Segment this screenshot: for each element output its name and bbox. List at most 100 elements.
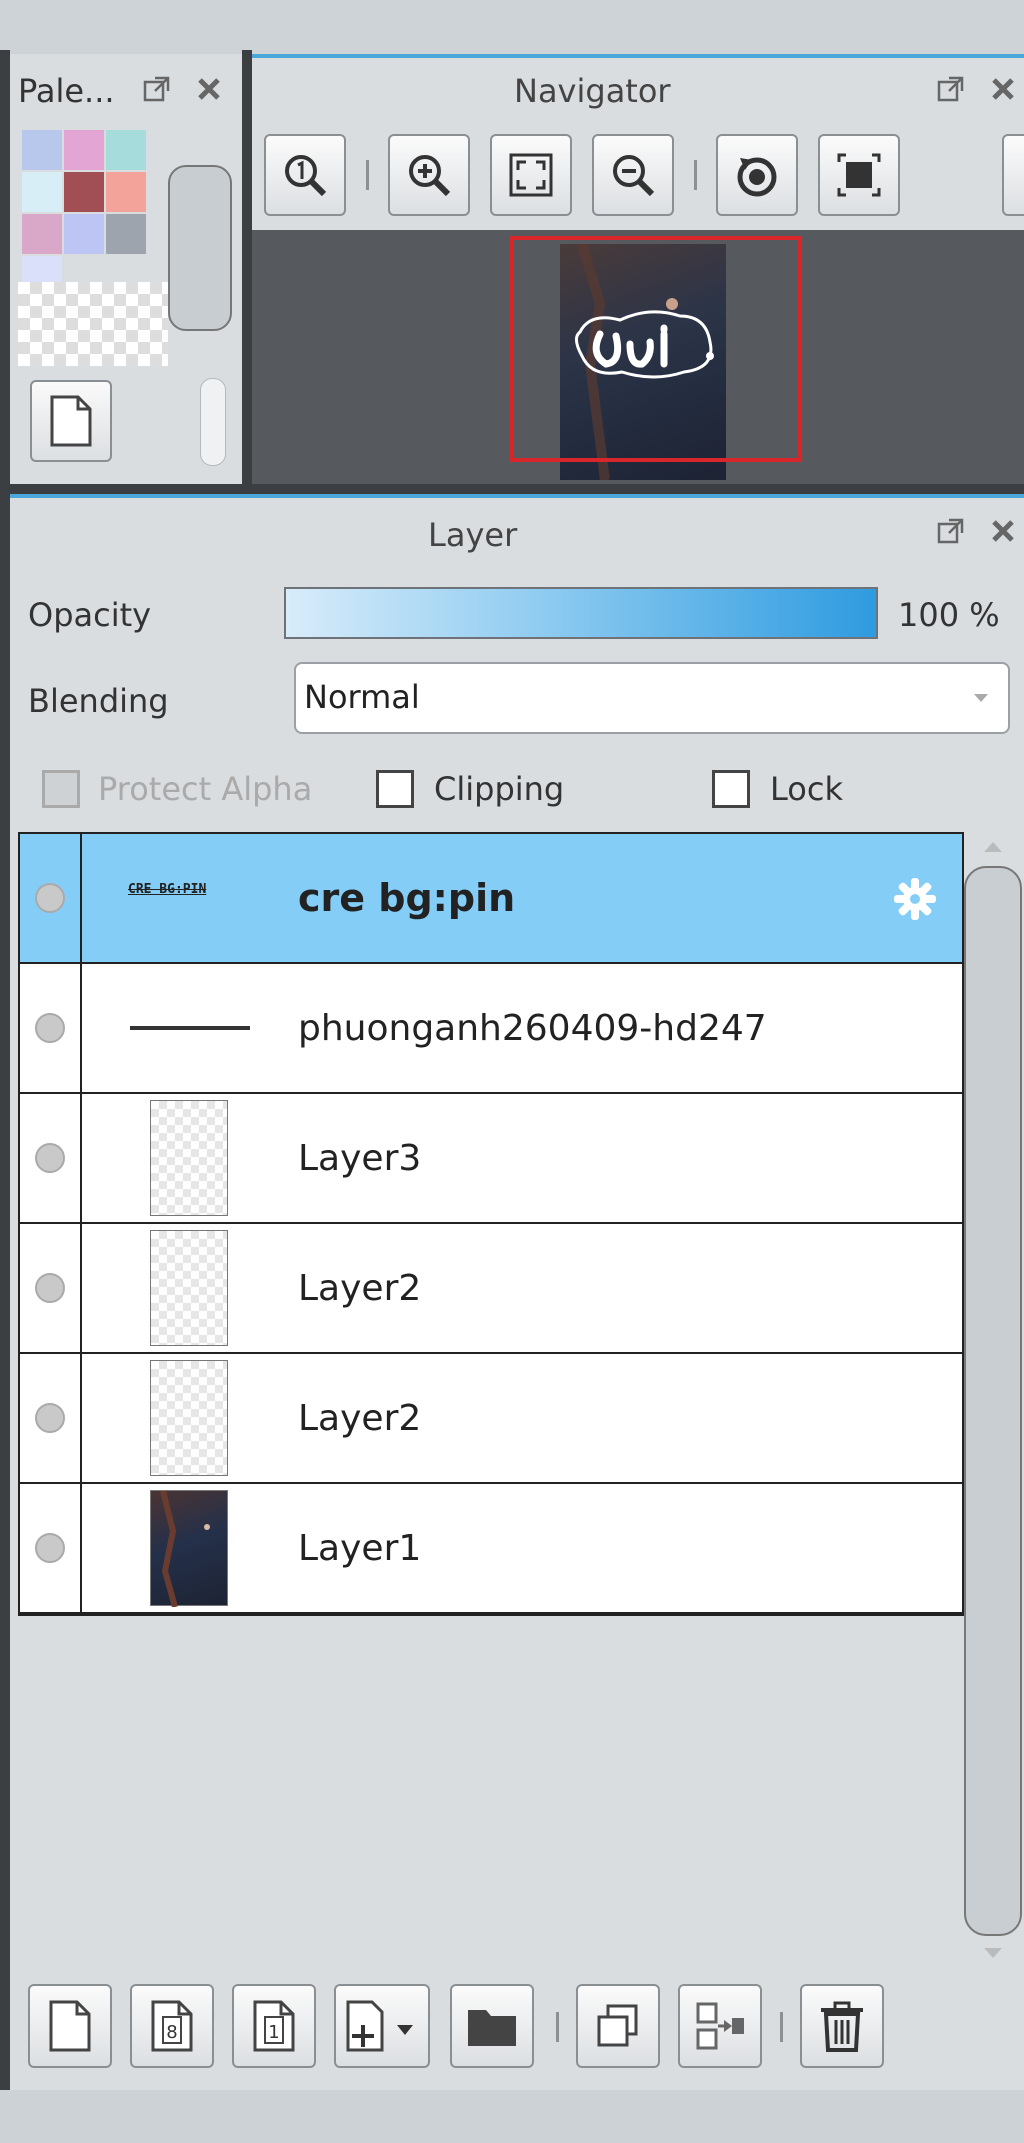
color-swatch[interactable] bbox=[22, 130, 62, 170]
opacity-value: 100 % bbox=[898, 596, 1000, 634]
new-page-icon bbox=[50, 395, 92, 447]
layer-name: Layer3 bbox=[298, 1137, 422, 1179]
blending-select[interactable]: Normal bbox=[294, 662, 1010, 734]
new-1bit-layer-icon: 1 bbox=[253, 2000, 295, 2052]
navigator-more-button[interactable] bbox=[1002, 134, 1024, 216]
layer-row[interactable]: Layer1 bbox=[20, 1484, 962, 1614]
visibility-dot bbox=[35, 1273, 65, 1303]
left-window-edge bbox=[0, 50, 10, 2090]
visibility-toggle[interactable] bbox=[20, 1354, 82, 1482]
layer-name: Layer2 bbox=[298, 1397, 422, 1439]
layer-row[interactable]: Layer2 bbox=[20, 1224, 962, 1354]
layer-list-scrollbar-thumb[interactable] bbox=[964, 866, 1022, 1936]
blending-label: Blending bbox=[28, 682, 169, 720]
navigator-close-icon[interactable] bbox=[982, 68, 1024, 110]
layer-popout-icon[interactable] bbox=[930, 510, 972, 552]
svg-text:1: 1 bbox=[268, 2022, 279, 2043]
scroll-up-icon[interactable] bbox=[982, 840, 1004, 854]
layer-thumbnail bbox=[150, 1100, 228, 1216]
merge-down-icon bbox=[696, 2002, 744, 2050]
zoom-actual-icon bbox=[285, 155, 327, 197]
navigator-popout-icon[interactable] bbox=[930, 68, 972, 110]
new-layer-icon bbox=[49, 2000, 91, 2052]
lock-checkbox[interactable] bbox=[712, 770, 750, 808]
add-layer-menu-icon bbox=[346, 2000, 413, 2052]
color-swatch[interactable] bbox=[106, 214, 146, 254]
toolbar-separator bbox=[780, 2012, 783, 2042]
layer-thumbnail bbox=[150, 1360, 228, 1476]
gear-icon[interactable] bbox=[892, 876, 938, 922]
merge-down-button[interactable] bbox=[678, 1984, 762, 2068]
palette-scrollbar[interactable] bbox=[168, 165, 232, 331]
fit-window-button[interactable] bbox=[490, 134, 572, 216]
layer-name: Layer1 bbox=[298, 1527, 422, 1569]
layer-thumbnail-text: CRE BG:PIN bbox=[128, 882, 207, 897]
color-swatch[interactable] bbox=[22, 172, 62, 212]
delete-layer-button[interactable] bbox=[800, 1984, 884, 2068]
visibility-toggle[interactable] bbox=[20, 1484, 82, 1612]
visibility-toggle[interactable] bbox=[20, 1224, 82, 1352]
new-8bit-layer-button[interactable]: 8 bbox=[130, 1984, 214, 2068]
layer-close-icon[interactable] bbox=[982, 510, 1024, 552]
visibility-toggle[interactable] bbox=[20, 834, 82, 962]
duplicate-layer-button[interactable] bbox=[576, 1984, 660, 2068]
add-layer-menu-button[interactable] bbox=[334, 1984, 430, 2068]
panel-divider bbox=[10, 484, 1024, 494]
visibility-dot bbox=[35, 1533, 65, 1563]
palette-popout-icon[interactable] bbox=[136, 68, 178, 110]
layer-row[interactable]: Layer3 bbox=[20, 1094, 962, 1224]
visibility-toggle[interactable] bbox=[20, 1094, 82, 1222]
opacity-label: Opacity bbox=[28, 596, 152, 634]
zoom-in-button[interactable] bbox=[388, 134, 470, 216]
clipping-checkbox[interactable] bbox=[376, 770, 414, 808]
fit-canvas-icon bbox=[837, 153, 881, 197]
palette-close-icon[interactable] bbox=[188, 68, 230, 110]
layer-row[interactable]: phuonganh260409-hd247 bbox=[20, 964, 962, 1094]
layer-name: phuonganh260409-hd247 bbox=[298, 1007, 767, 1049]
zoom-actual-button[interactable] bbox=[264, 134, 346, 216]
visibility-dot bbox=[35, 883, 65, 913]
zoom-in-icon bbox=[409, 155, 451, 197]
layer-panel-title: Layer bbox=[428, 516, 518, 554]
navigator-view-frame[interactable] bbox=[510, 236, 802, 462]
rotate-button[interactable] bbox=[716, 134, 798, 216]
visibility-dot bbox=[35, 1143, 65, 1173]
color-swatch[interactable] bbox=[22, 214, 62, 254]
fit-window-icon bbox=[509, 153, 553, 197]
delete-layer-icon bbox=[821, 2001, 863, 2052]
toolbar-separator bbox=[556, 2012, 559, 2042]
palette-new-button[interactable] bbox=[30, 380, 112, 462]
protect-alpha-checkbox[interactable] bbox=[42, 770, 80, 808]
svg-text:8: 8 bbox=[166, 2022, 177, 2043]
toolbar-separator bbox=[366, 160, 369, 190]
color-swatch[interactable] bbox=[64, 130, 104, 170]
color-swatch[interactable] bbox=[64, 214, 104, 254]
scroll-down-icon[interactable] bbox=[982, 1946, 1004, 1960]
palette-resize-handle[interactable] bbox=[200, 378, 226, 466]
navigator-title: Navigator bbox=[514, 72, 671, 110]
zoom-out-icon bbox=[613, 155, 655, 197]
color-swatch[interactable] bbox=[106, 172, 146, 212]
layer-name: cre bg:pin bbox=[298, 876, 516, 920]
duplicate-layer-icon bbox=[597, 2004, 638, 2047]
layer-thumbnail bbox=[150, 1230, 228, 1346]
top-bar bbox=[0, 0, 1024, 52]
layer-thumbnail bbox=[130, 1026, 250, 1030]
blending-value: Normal bbox=[304, 678, 420, 716]
new-1bit-layer-button[interactable]: 1 bbox=[232, 1984, 316, 2068]
visibility-toggle[interactable] bbox=[20, 964, 82, 1092]
new-layer-button[interactable] bbox=[28, 1984, 112, 2068]
zoom-out-button[interactable] bbox=[592, 134, 674, 216]
new-folder-button[interactable] bbox=[450, 1984, 534, 2068]
visibility-dot bbox=[35, 1013, 65, 1043]
toolbar-separator bbox=[694, 160, 697, 190]
layer-row[interactable]: Layer2 bbox=[20, 1354, 962, 1484]
layer-row[interactable]: CRE BG:PIN cre bg:pin bbox=[20, 834, 962, 964]
clipping-label: Clipping bbox=[434, 770, 565, 808]
color-swatch[interactable] bbox=[64, 172, 104, 212]
layer-thumbnail bbox=[150, 1490, 228, 1608]
color-swatch[interactable] bbox=[106, 130, 146, 170]
fit-canvas-button[interactable] bbox=[818, 134, 900, 216]
opacity-slider[interactable] bbox=[284, 587, 878, 639]
empty-swatch-area bbox=[18, 282, 168, 366]
